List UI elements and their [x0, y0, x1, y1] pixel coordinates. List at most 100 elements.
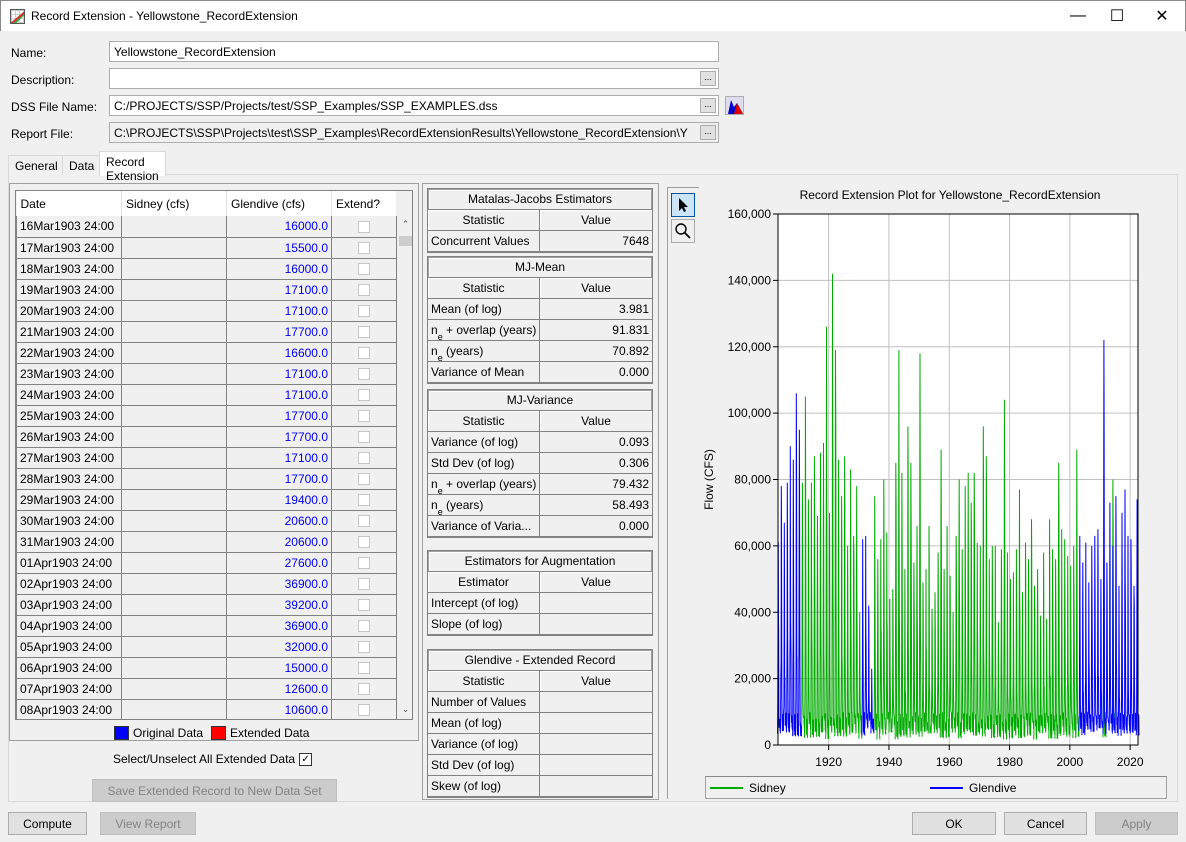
scroll-thumb[interactable]: [399, 236, 412, 246]
extend-checkbox[interactable]: [358, 704, 370, 717]
table-row[interactable]: 02Apr1903 24:00 36900.0: [16, 573, 397, 595]
table-row[interactable]: 03Apr1903 24:00 39200.0: [16, 594, 397, 616]
date-cell[interactable]: 06Apr1903 24:00: [16, 657, 122, 679]
extend-checkbox[interactable]: [358, 221, 370, 234]
sidney-cell[interactable]: [121, 678, 227, 700]
glendive-cell[interactable]: 16000.0: [226, 258, 332, 280]
glendive-cell[interactable]: 15500.0: [226, 237, 332, 259]
table-row[interactable]: 26Mar1903 24:00 17700.0: [16, 426, 397, 448]
stat-row[interactable]: ne (years) 58.493: [428, 495, 652, 516]
extend-checkbox[interactable]: [358, 347, 370, 360]
dss-plot-icon[interactable]: [725, 96, 744, 115]
date-cell[interactable]: 27Mar1903 24:00: [16, 447, 122, 469]
sidney-cell[interactable]: [121, 384, 227, 406]
table-row[interactable]: 27Mar1903 24:00 17100.0: [16, 447, 397, 469]
glendive-cell[interactable]: 20600.0: [226, 531, 332, 553]
table-row[interactable]: 25Mar1903 24:00 17700.0: [16, 405, 397, 427]
table-vertical-scrollbar[interactable]: ⌃ ⌄: [398, 217, 412, 719]
value-column-header[interactable]: Value: [540, 278, 652, 298]
value-column-header[interactable]: Value: [540, 671, 652, 691]
table-row[interactable]: 29Mar1903 24:00 19400.0: [16, 489, 397, 511]
glendive-cell[interactable]: 36900.0: [226, 615, 332, 637]
stat-row[interactable]: Variance of Varia... 0.000: [428, 516, 652, 537]
date-cell[interactable]: 29Mar1903 24:00: [16, 489, 122, 511]
sidney-cell[interactable]: [121, 573, 227, 595]
extend-checkbox[interactable]: [358, 473, 370, 486]
table-row[interactable]: 18Mar1903 24:00 16000.0: [16, 258, 397, 280]
extend-checkbox[interactable]: [358, 452, 370, 465]
column-header-extend[interactable]: Extend?: [331, 191, 397, 216]
compute-button[interactable]: Compute: [8, 812, 87, 835]
glendive-cell[interactable]: 15000.0: [226, 657, 332, 679]
statistic-column-header[interactable]: Statistic: [428, 278, 540, 298]
date-cell[interactable]: 30Mar1903 24:00: [16, 510, 122, 532]
sidney-cell[interactable]: [121, 489, 227, 511]
date-cell[interactable]: 31Mar1903 24:00: [16, 531, 122, 553]
glendive-cell[interactable]: 17700.0: [226, 426, 332, 448]
glendive-cell[interactable]: 17700.0: [226, 321, 332, 343]
glendive-cell[interactable]: 17700.0: [226, 405, 332, 427]
dss-file-field[interactable]: C:/PROJECTS/SSP/Projects/test/SSP_Exampl…: [109, 95, 719, 116]
sidney-cell[interactable]: [121, 468, 227, 490]
date-cell[interactable]: 16Mar1903 24:00: [16, 216, 122, 238]
date-cell[interactable]: 22Mar1903 24:00: [16, 342, 122, 364]
sidney-cell[interactable]: [121, 279, 227, 301]
value-column-header[interactable]: Value: [540, 411, 652, 431]
table-row[interactable]: 21Mar1903 24:00 17700.0: [16, 321, 397, 343]
date-cell[interactable]: 04Apr1903 24:00: [16, 615, 122, 637]
glendive-cell[interactable]: 36900.0: [226, 573, 332, 595]
sidney-cell[interactable]: [121, 216, 227, 238]
table-row[interactable]: 04Apr1903 24:00 36900.0: [16, 615, 397, 637]
stat-row[interactable]: ne + overlap (years) 79.432: [428, 474, 652, 495]
extend-checkbox[interactable]: [358, 284, 370, 297]
extend-checkbox[interactable]: [358, 536, 370, 549]
table-row[interactable]: 19Mar1903 24:00 17100.0: [16, 279, 397, 301]
date-cell[interactable]: 01Apr1903 24:00: [16, 552, 122, 574]
glendive-cell[interactable]: 17100.0: [226, 363, 332, 385]
extend-checkbox[interactable]: [358, 599, 370, 612]
date-cell[interactable]: 17Mar1903 24:00: [16, 237, 122, 259]
sidney-cell[interactable]: [121, 552, 227, 574]
glendive-cell[interactable]: 17100.0: [226, 300, 332, 322]
table-row[interactable]: 30Mar1903 24:00 20600.0: [16, 510, 397, 532]
table-row[interactable]: 24Mar1903 24:00 17100.0: [16, 384, 397, 406]
sidney-cell[interactable]: [121, 426, 227, 448]
stat-row[interactable]: Variance of Mean 0.000: [428, 362, 652, 383]
statistic-column-header[interactable]: Estimator: [428, 572, 540, 592]
sidney-cell[interactable]: [121, 594, 227, 616]
stat-row[interactable]: Intercept (of log): [428, 593, 652, 614]
extend-checkbox[interactable]: [358, 620, 370, 633]
date-cell[interactable]: 25Mar1903 24:00: [16, 405, 122, 427]
description-field[interactable]: [109, 68, 719, 89]
column-header-sidney[interactable]: Sidney (cfs): [121, 191, 227, 216]
sidney-cell[interactable]: [121, 258, 227, 280]
tab-data[interactable]: Data: [62, 155, 102, 175]
date-cell[interactable]: 24Mar1903 24:00: [16, 384, 122, 406]
stat-row[interactable]: Concurrent Values 7648: [428, 231, 652, 252]
table-row[interactable]: 17Mar1903 24:00 15500.0: [16, 237, 397, 259]
sidney-cell[interactable]: [121, 657, 227, 679]
date-cell[interactable]: 03Apr1903 24:00: [16, 594, 122, 616]
scroll-up-icon[interactable]: ⌃: [398, 219, 412, 233]
extend-checkbox[interactable]: [358, 578, 370, 591]
scroll-down-icon[interactable]: ⌄: [398, 704, 412, 718]
sidney-cell[interactable]: [121, 321, 227, 343]
sidney-cell[interactable]: [121, 510, 227, 532]
date-cell[interactable]: 19Mar1903 24:00: [16, 279, 122, 301]
statistic-column-header[interactable]: Statistic: [428, 411, 540, 431]
extend-checkbox[interactable]: [358, 368, 370, 381]
glendive-cell[interactable]: 17100.0: [226, 384, 332, 406]
column-header-glendive[interactable]: Glendive (cfs): [226, 191, 332, 216]
save-extended-record-button[interactable]: Save Extended Record to New Data Set: [92, 779, 337, 802]
close-button[interactable]: ✕: [1139, 1, 1185, 31]
sidney-cell[interactable]: [121, 300, 227, 322]
extend-checkbox[interactable]: [358, 410, 370, 423]
sidney-cell[interactable]: [121, 531, 227, 553]
table-row[interactable]: 28Mar1903 24:00 17700.0: [16, 468, 397, 490]
sidney-cell[interactable]: [121, 615, 227, 637]
extend-checkbox[interactable]: [358, 431, 370, 444]
extend-checkbox[interactable]: [358, 641, 370, 654]
stat-row[interactable]: Mean (of log): [428, 713, 652, 734]
table-row[interactable]: 22Mar1903 24:00 16600.0: [16, 342, 397, 364]
extend-checkbox[interactable]: [358, 263, 370, 276]
